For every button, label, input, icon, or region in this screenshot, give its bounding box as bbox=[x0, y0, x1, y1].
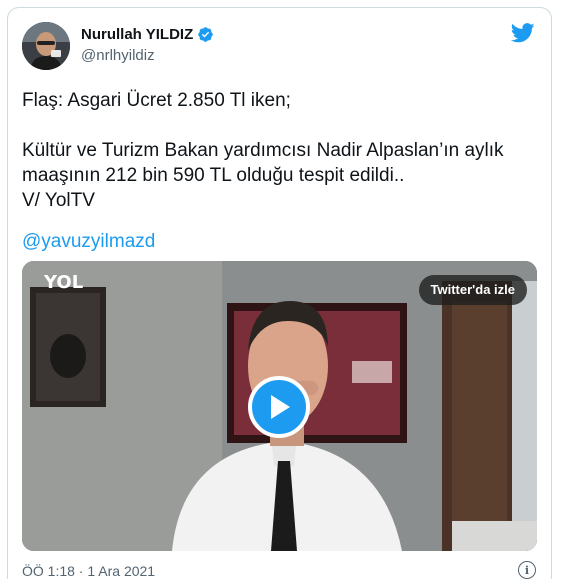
author-display-name[interactable]: Nurullah YILDIZ bbox=[81, 26, 193, 43]
mention-link[interactable]: @yavuzyilmazd bbox=[22, 231, 155, 253]
play-icon bbox=[271, 395, 290, 419]
channel-logo: YOL bbox=[44, 272, 84, 293]
watch-on-twitter-button[interactable]: Twitter'da izle bbox=[418, 275, 527, 305]
twitter-bird-icon[interactable] bbox=[510, 23, 535, 43]
tweet-text: Flaş: Asgari Ücret 2.850 Tl iken; Kültür… bbox=[22, 88, 537, 213]
tweet-line: maaşının 212 bin 590 TL olduğu tespit ed… bbox=[22, 165, 405, 186]
play-button[interactable] bbox=[248, 376, 310, 438]
verified-badge-icon bbox=[197, 26, 214, 43]
info-icon[interactable]: i bbox=[518, 561, 536, 579]
video-player[interactable]: YOL Twitter'da izle bbox=[22, 261, 537, 551]
author-handle[interactable]: @nrlhyildiz bbox=[81, 47, 155, 64]
avatar[interactable] bbox=[22, 22, 70, 70]
tweet-timestamp[interactable]: ÖÖ 1:18 · 1 Ara 2021 bbox=[22, 563, 155, 579]
tweet-card[interactable]: Nurullah YILDIZ @nrlhyildiz Flaş: Asgari… bbox=[7, 7, 552, 579]
tweet-line: Kültür ve Turizm Bakan yardımcısı Nadir … bbox=[22, 140, 504, 161]
tweet-line: V/ YolTV bbox=[22, 190, 95, 211]
tweet-line: Flaş: Asgari Ücret 2.850 Tl iken; bbox=[22, 90, 291, 111]
